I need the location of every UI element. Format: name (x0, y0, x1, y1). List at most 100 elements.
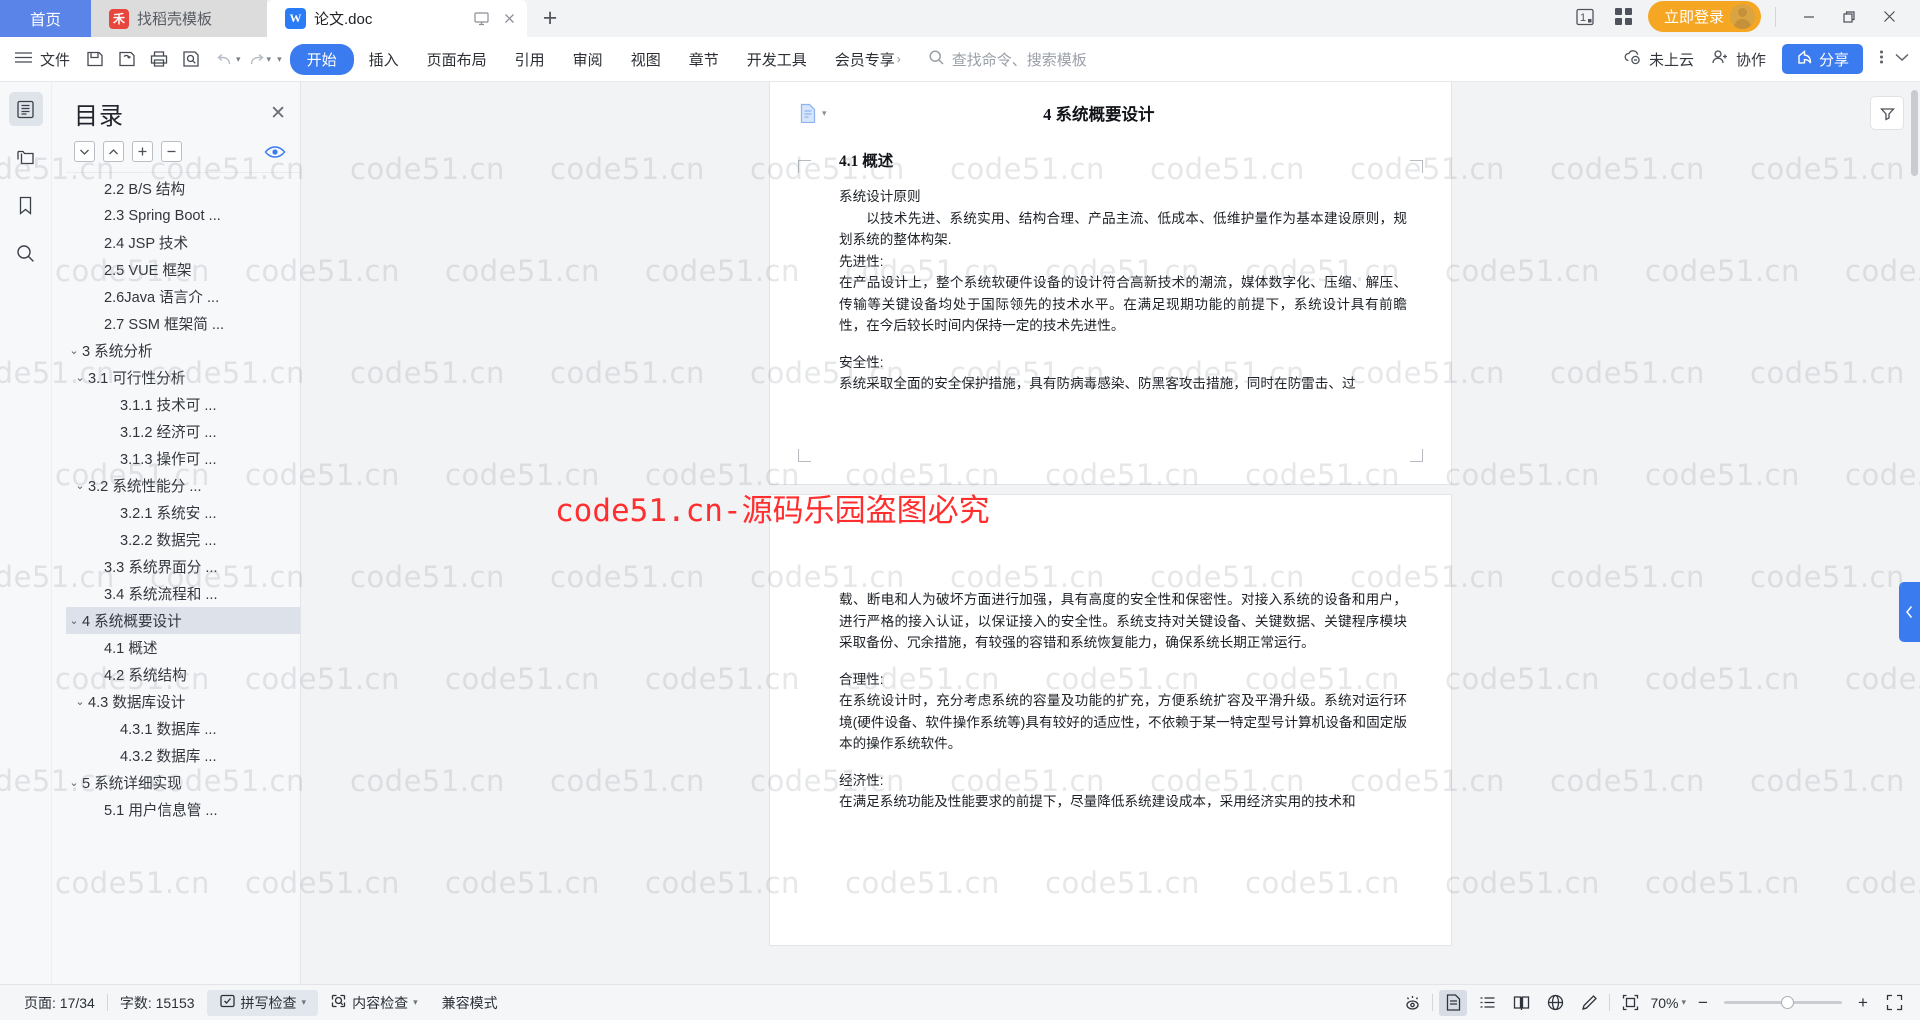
toc-item[interactable]: ⌄ 4 系统概要设计 (66, 607, 300, 634)
restore-button[interactable] (1830, 3, 1868, 31)
file-menu-button[interactable]: 文件 (8, 49, 80, 70)
toc-item[interactable]: ⌄2.5 VUE 框架 (66, 256, 300, 283)
grid-apps-icon[interactable] (1613, 6, 1634, 27)
print-layout-icon[interactable] (1439, 989, 1468, 1016)
outline-view-icon[interactable] (1473, 990, 1501, 1016)
document-page-1[interactable]: ▾ 4 系统概要设计 4.1 概述 系统设计原则 以技术先进、系统实用、结构合理… (770, 82, 1451, 484)
tab-document[interactable]: W 论文.doc (267, 0, 527, 37)
toc-item[interactable]: ⌄2.4 JSP 技术 (66, 229, 300, 256)
tab-review[interactable]: 审阅 (560, 44, 616, 75)
reading-view-icon[interactable] (1507, 990, 1535, 1016)
outline-panel-button[interactable] (8, 92, 43, 126)
toc-item[interactable]: ⌄3.1.2 经济可 ... (66, 418, 300, 445)
toc-collapse-all-button[interactable] (161, 141, 182, 162)
close-window-button[interactable] (1870, 3, 1908, 31)
toc-item[interactable]: ⌄4.1 概述 (66, 634, 300, 661)
new-tab-button[interactable]: + (527, 0, 573, 37)
toc-prev-heading-button[interactable] (103, 141, 124, 162)
toc-expand-all-button[interactable] (132, 141, 153, 162)
redo-icon[interactable] (243, 44, 269, 74)
word-count[interactable]: 字数: 15153 (108, 993, 207, 1013)
chevron-down-icon[interactable]: ⌄ (72, 695, 88, 708)
tab-insert[interactable]: 插入 (356, 44, 412, 75)
collapse-ribbon-icon[interactable] (1894, 50, 1910, 68)
search-panel-button[interactable] (9, 236, 43, 270)
document-page-2[interactable]: 载、断电和人为破坏方面进行加强，具有高度的安全性和保密性。对接入系统的设备和用户… (770, 495, 1451, 945)
customize-icon[interactable]: ▾ (277, 54, 282, 65)
toc-item[interactable]: ⌄2.2 B/S 结构 (66, 175, 300, 202)
toc-item[interactable]: ⌄3.1.3 操作可 ... (66, 445, 300, 472)
toc-next-heading-button[interactable] (74, 141, 95, 162)
toc-item[interactable]: ⌄ 3.2 系统性能分 ... (66, 472, 300, 499)
search-input[interactable]: 查找命令、搜索模板 (928, 49, 1087, 70)
page-setup-icon[interactable]: ▾ (799, 103, 827, 123)
tab-chapter[interactable]: 章节 (676, 44, 732, 75)
toc-item[interactable]: ⌄3.2.2 数据完 ... (66, 526, 300, 553)
save-icon[interactable] (80, 44, 110, 74)
writing-mode-icon[interactable] (1575, 990, 1603, 1016)
share-button[interactable]: 分享 (1781, 44, 1863, 74)
chevron-down-icon[interactable]: ⌄ (72, 479, 88, 492)
thumbnail-panel-button[interactable] (9, 140, 43, 174)
document-filter-button[interactable] (1870, 96, 1904, 130)
toc-item[interactable]: ⌄3.1.1 技术可 ... (66, 391, 300, 418)
toc-item[interactable]: ⌄4.3.1 数据库 ... (66, 715, 300, 742)
toc-visibility-icon[interactable] (264, 145, 286, 159)
redo-caret-icon[interactable]: ▾ (267, 54, 272, 65)
page-indicator[interactable]: 页面: 17/34 (12, 993, 107, 1013)
bookmark-panel-button[interactable] (9, 188, 43, 222)
zoom-out-button[interactable]: − (1692, 993, 1714, 1013)
toc-close-button[interactable]: ✕ (270, 102, 286, 125)
vertical-scrollbar[interactable] (1911, 90, 1918, 176)
collaborate-button[interactable]: 协作 (1710, 48, 1766, 70)
chevron-down-icon[interactable]: ⌄ (66, 344, 82, 357)
zoom-in-button[interactable]: + (1852, 993, 1874, 1013)
minimize-button[interactable] (1790, 3, 1828, 31)
monitor-icon[interactable] (473, 10, 490, 27)
fullscreen-icon[interactable] (1880, 990, 1908, 1016)
toc-item[interactable]: ⌄3.2.1 系统安 ... (66, 499, 300, 526)
toc-item[interactable]: ⌄2.3 Spring Boot ... (66, 202, 300, 229)
cloud-status-button[interactable]: 未上云 (1623, 48, 1694, 70)
close-icon[interactable] (502, 11, 517, 26)
print-preview-icon[interactable] (176, 44, 206, 74)
login-button[interactable]: 立即登录 (1647, 1, 1761, 32)
toc-list[interactable]: ⌄2.2 B/S 结构⌄2.3 Spring Boot ...⌄2.4 JSP … (66, 172, 300, 984)
toc-item[interactable]: ⌄3.4 系统流程和 ... (66, 580, 300, 607)
tab-references[interactable]: 引用 (502, 44, 558, 75)
chevron-down-icon[interactable]: ⌄ (72, 371, 88, 384)
chevron-down-icon[interactable]: ▾ (413, 997, 418, 1008)
print-icon[interactable] (144, 44, 174, 74)
tab-vip[interactable]: 会员专享 › (822, 44, 914, 75)
document-canvas[interactable]: ▾ 4 系统概要设计 4.1 概述 系统设计原则 以技术先进、系统实用、结构合理… (301, 82, 1920, 984)
fit-page-icon[interactable] (1616, 990, 1644, 1016)
tab-docer-template[interactable]: 禾 找稻壳模板 (91, 0, 267, 37)
tab-start[interactable]: 开始 (289, 43, 354, 75)
tab-developer-tools[interactable]: 开发工具 (734, 44, 820, 75)
toc-item[interactable]: ⌄5.1 用户信息管 ... (66, 796, 300, 823)
chevron-down-icon[interactable]: ▾ (1681, 997, 1686, 1008)
tab-home[interactable]: 首页 (0, 0, 91, 37)
toc-item[interactable]: ⌄4.3.2 数据库 ... (66, 742, 300, 769)
spellcheck-button[interactable]: 拼写检查 ▾ (206, 989, 319, 1016)
zoom-slider-track[interactable] (1724, 996, 1842, 1009)
more-options-icon[interactable] (1879, 48, 1884, 71)
toc-item[interactable]: ⌄ 3 系统分析 (66, 337, 300, 364)
window-count-icon[interactable]: 1 (1575, 7, 1599, 27)
content-check-button[interactable]: 内容检查 ▾ (318, 993, 430, 1013)
toc-item[interactable]: ⌄ 5 系统详细实现 (66, 769, 300, 796)
toc-item[interactable]: ⌄ 4.3 数据库设计 (66, 688, 300, 715)
eye-protect-icon[interactable] (1398, 990, 1426, 1016)
chevron-down-icon[interactable]: ⌄ (66, 776, 82, 789)
toc-item[interactable]: ⌄4.2 系统结构 (66, 661, 300, 688)
tab-page-layout[interactable]: 页面布局 (414, 44, 500, 75)
compat-mode-indicator[interactable]: 兼容模式 (430, 993, 510, 1013)
undo-icon[interactable] (212, 44, 238, 74)
zoom-slider-handle[interactable] (1781, 996, 1794, 1009)
toc-item[interactable]: ⌄2.7 SSM 框架简 ... (66, 310, 300, 337)
zoom-level[interactable]: 70% ▾ (1650, 995, 1686, 1011)
web-layout-icon[interactable] (1541, 990, 1569, 1016)
toc-item[interactable]: ⌄3.3 系统界面分 ... (66, 553, 300, 580)
toc-item[interactable]: ⌄2.6Java 语言介 ... (66, 283, 300, 310)
chevron-down-icon[interactable]: ▾ (302, 997, 307, 1008)
